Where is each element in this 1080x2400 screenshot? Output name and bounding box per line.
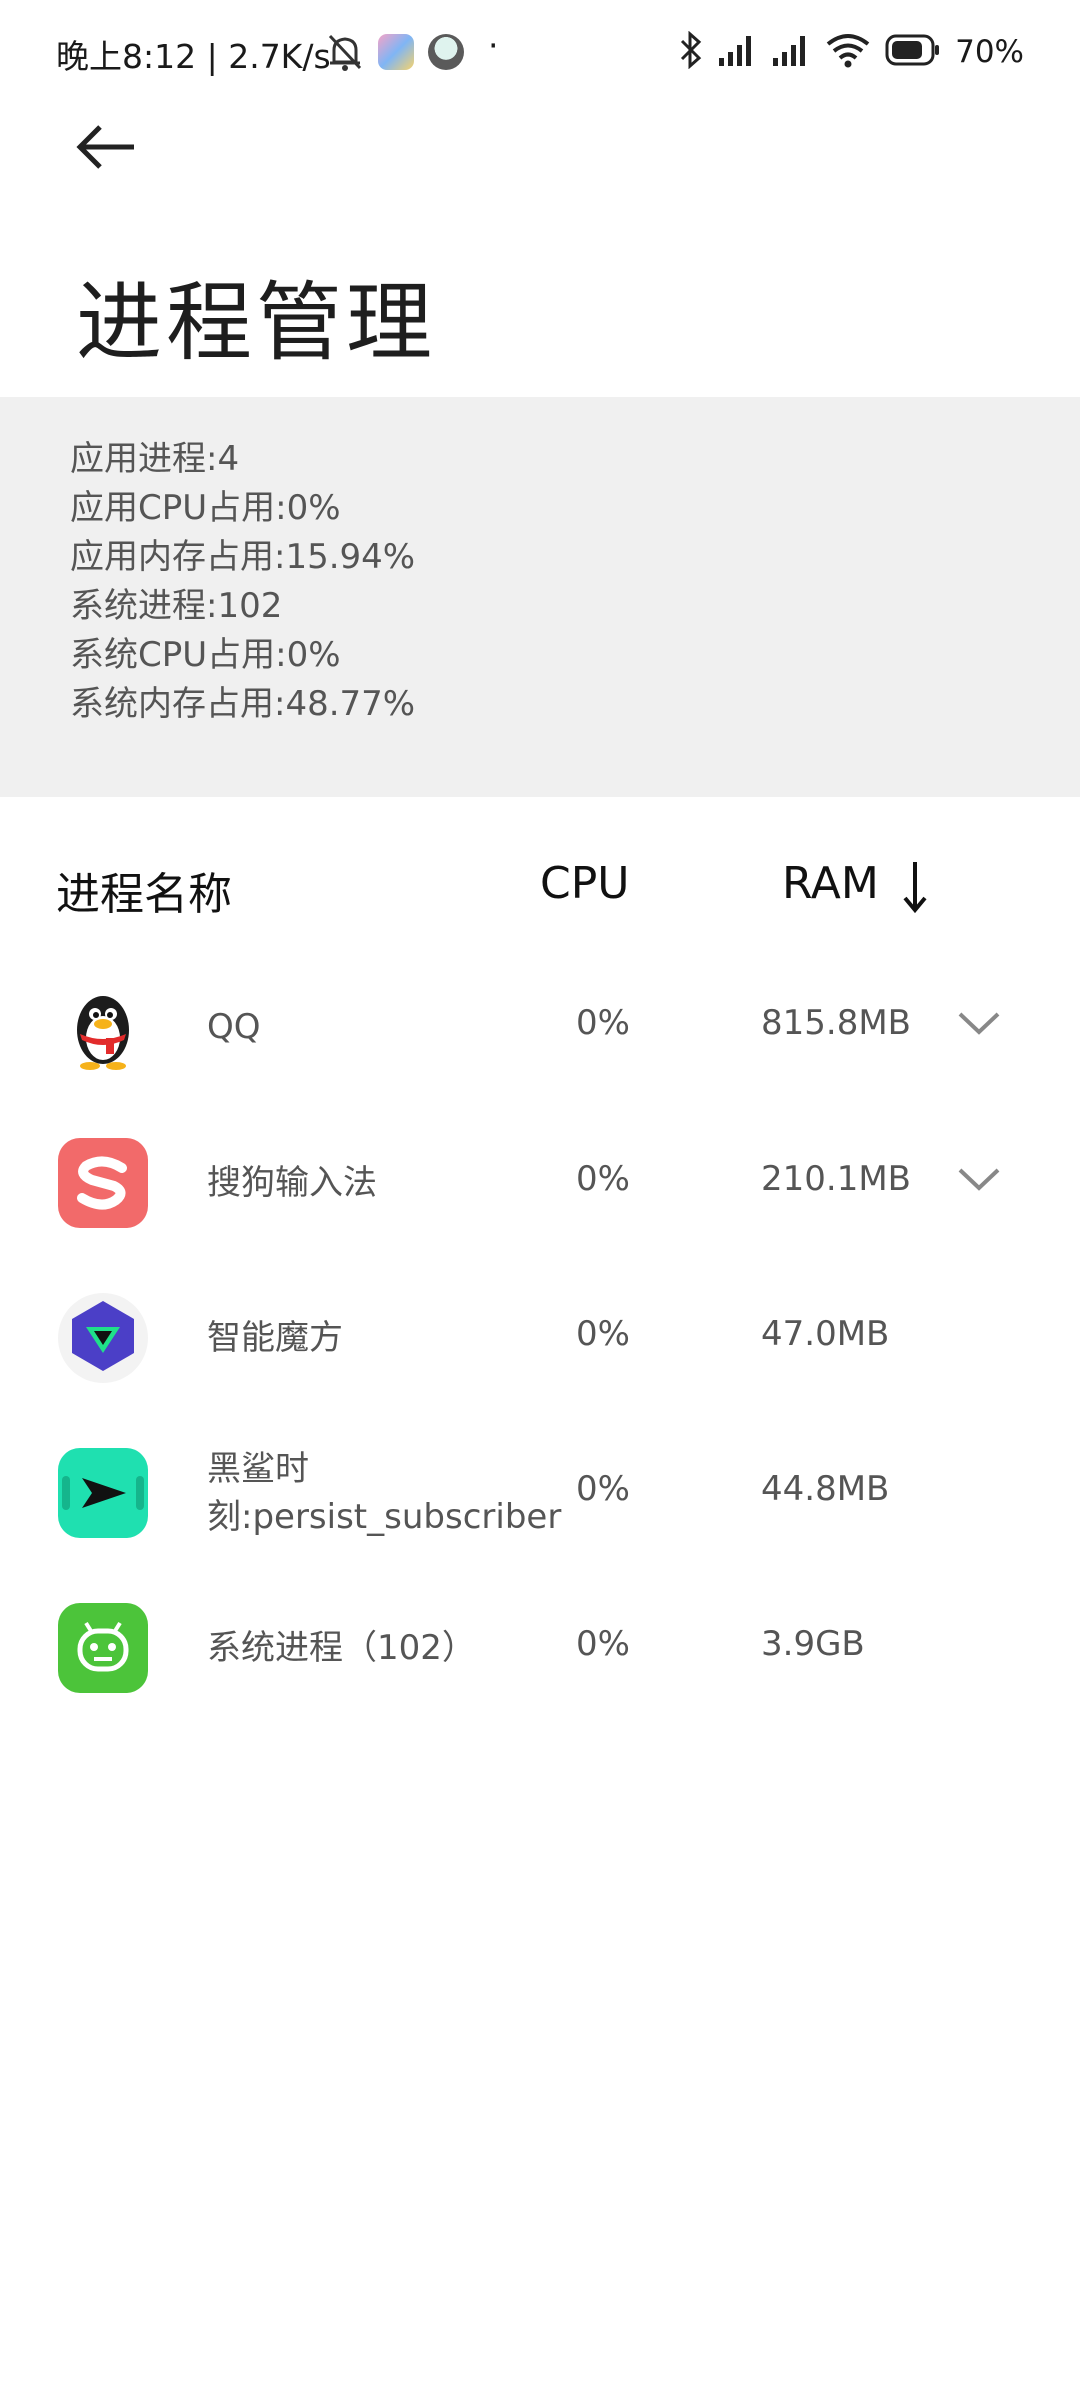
process-name: 黑鲨时 刻:persist_subscriber <box>207 1445 561 1541</box>
summary-app-cpu: 应用CPU占用:0% <box>70 488 341 528</box>
column-header-ram[interactable]: RAM <box>782 858 879 909</box>
column-header-cpu[interactable]: CPU <box>540 858 629 909</box>
process-ram: 47.0MB <box>761 1314 890 1354</box>
page-title: 进程管理 <box>76 273 436 373</box>
qq-penguin-icon <box>58 982 148 1072</box>
back-button[interactable] <box>74 122 154 198</box>
process-name: 系统进程（102） <box>207 1628 476 1668</box>
signal-icon <box>771 32 811 72</box>
summary-app-processes: 应用进程:4 <box>70 439 240 479</box>
summary-app-mem: 应用内存占用:15.94% <box>70 537 416 577</box>
summary-sys-processes: 系统进程:102 <box>70 586 283 626</box>
process-ram: 3.9GB <box>761 1624 865 1664</box>
sogou-icon <box>58 1138 148 1228</box>
table-row[interactable]: QQ 0% 815.8MB <box>0 950 1080 1105</box>
process-ram: 815.8MB <box>761 1003 911 1043</box>
status-time-speed: 晚上8:12 | 2.7K/s <box>56 37 331 76</box>
mute-bell-icon <box>326 32 364 76</box>
status-bar: 晚上8:12 | 2.7K/s · 70% <box>0 0 1080 100</box>
process-cpu: 0% <box>576 1314 630 1354</box>
process-ram: 210.1MB <box>761 1159 911 1199</box>
black-shark-icon <box>58 1448 148 1538</box>
app-icon <box>378 34 414 70</box>
signal-icon <box>717 32 757 72</box>
summary-sys-cpu: 系统CPU占用:0% <box>70 635 341 675</box>
table-row[interactable]: 系统进程（102） 0% 3.9GB <box>0 1570 1080 1725</box>
process-cpu: 0% <box>576 1469 630 1509</box>
process-name: QQ <box>207 1007 261 1047</box>
android-icon <box>58 1603 148 1693</box>
table-row[interactable]: 黑鲨时 刻:persist_subscriber 0% 44.8MB <box>0 1415 1080 1570</box>
avatar-icon <box>428 34 464 70</box>
process-cpu: 0% <box>576 1624 630 1664</box>
chevron-down-icon[interactable] <box>956 1008 1002 1042</box>
arrow-down-icon[interactable] <box>900 858 930 918</box>
process-name: 智能魔方 <box>207 1318 343 1358</box>
process-name: 搜狗输入法 <box>207 1163 377 1203</box>
battery-percent: 70% <box>955 34 1024 70</box>
bluetooth-icon <box>679 30 703 73</box>
process-name-line1: 黑鲨时 <box>207 1449 309 1489</box>
column-header-name[interactable]: 进程名称 <box>56 858 232 922</box>
process-cpu: 0% <box>576 1159 630 1199</box>
process-ram: 44.8MB <box>761 1469 890 1509</box>
summary-panel: 应用进程:4 应用CPU占用:0% 应用内存占用:15.94% 系统进程:102… <box>0 397 1080 797</box>
process-name-line2: 刻:persist_subscriber <box>207 1497 562 1537</box>
process-cpu: 0% <box>576 1003 630 1043</box>
status-dot: · <box>488 26 499 65</box>
magic-cube-icon <box>58 1293 148 1383</box>
wifi-icon <box>825 32 871 72</box>
table-row[interactable]: 搜狗输入法 0% 210.1MB <box>0 1105 1080 1260</box>
summary-sys-mem: 系统内存占用:48.77% <box>70 684 416 724</box>
chevron-down-icon[interactable] <box>956 1164 1002 1198</box>
arrow-left-icon <box>74 125 138 176</box>
table-row[interactable]: 智能魔方 0% 47.0MB <box>0 1260 1080 1415</box>
battery-icon <box>885 33 941 71</box>
